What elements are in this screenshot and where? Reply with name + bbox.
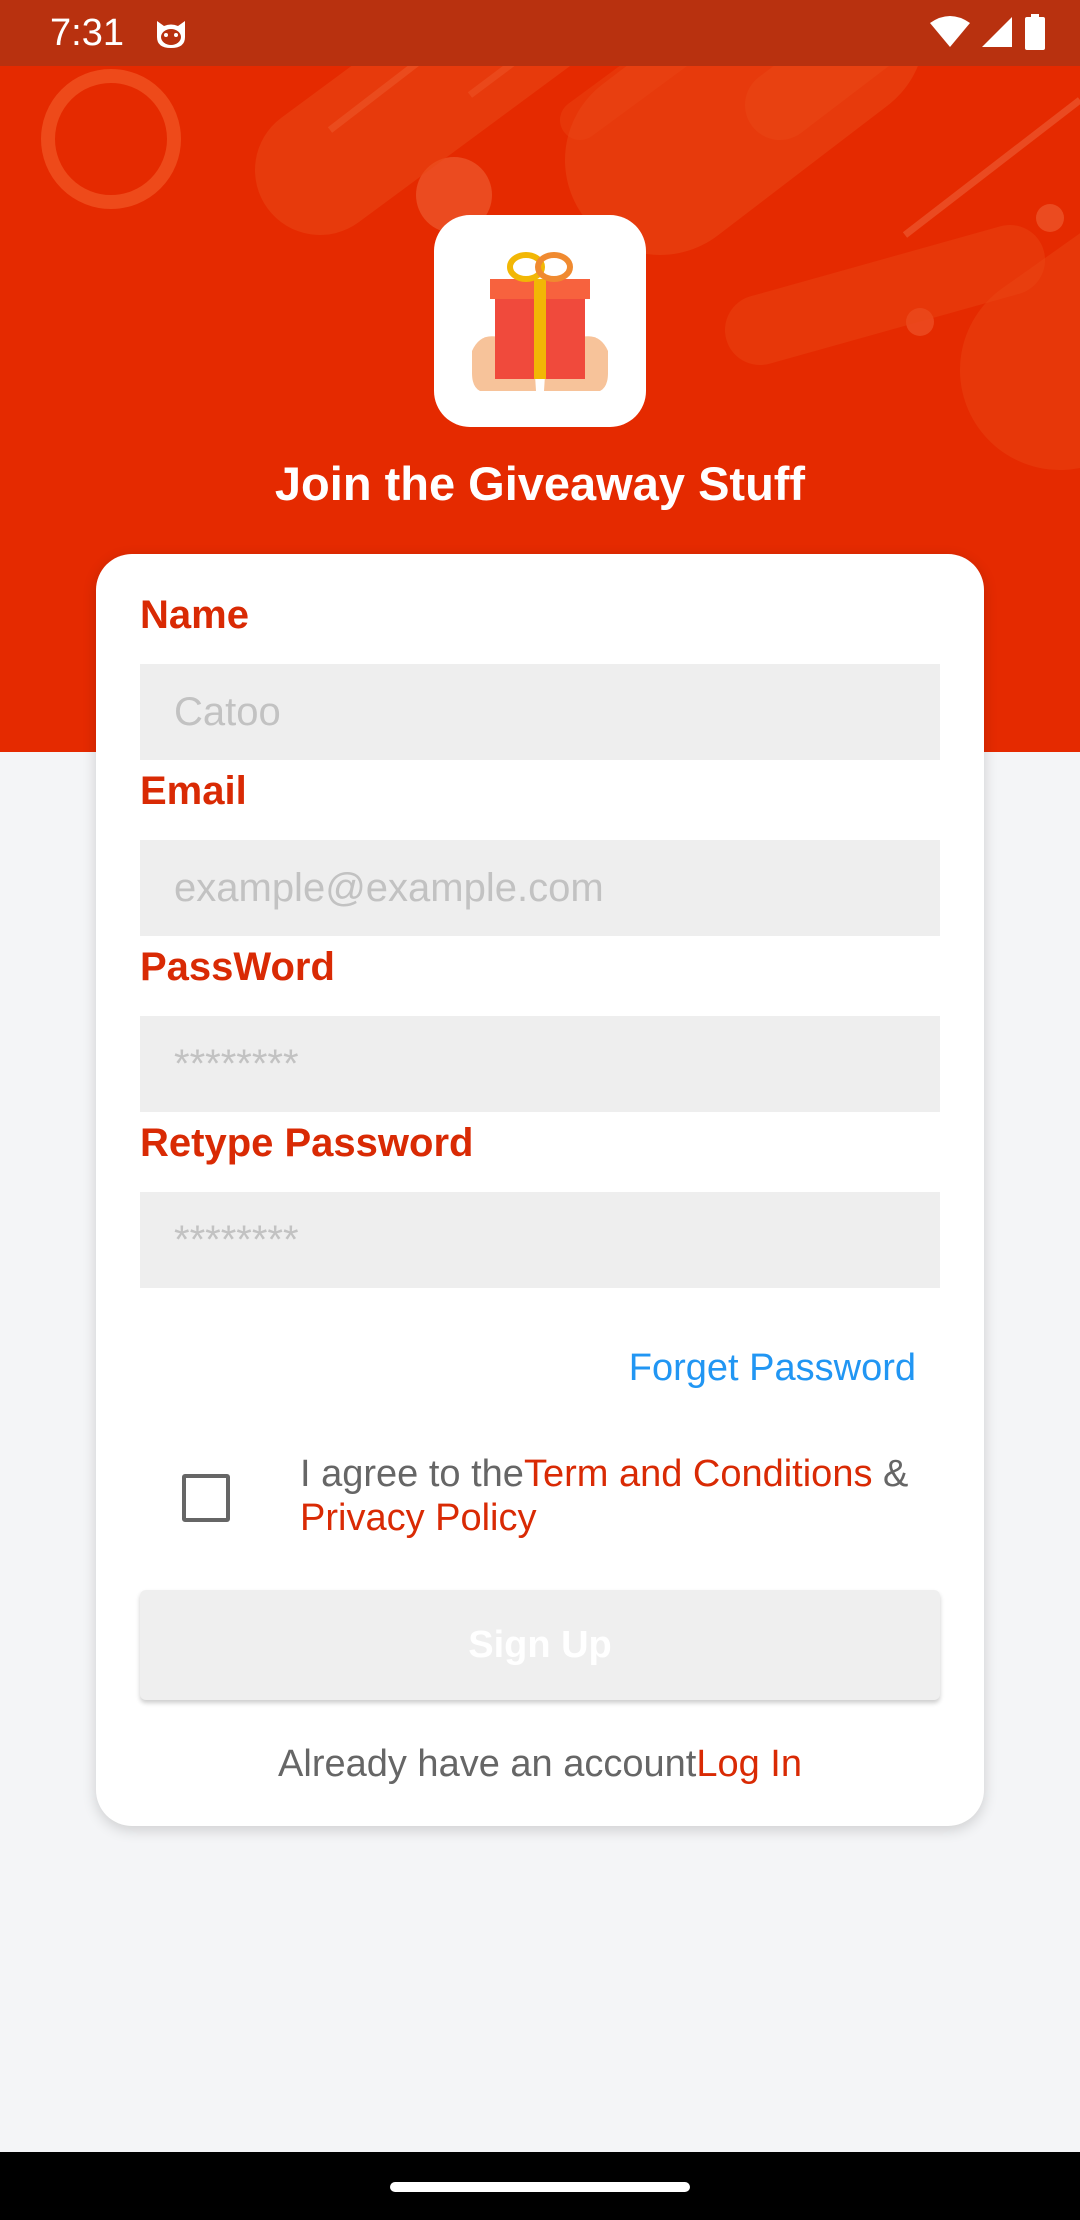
password-input[interactable]: [140, 1016, 940, 1112]
retype-password-label: Retype Password: [140, 1121, 474, 1165]
status-icons: [930, 14, 1046, 50]
terms-link[interactable]: Term and Conditions: [524, 1453, 873, 1495]
password-label: PassWord: [140, 945, 335, 989]
name-label: Name: [140, 593, 249, 637]
wifi-icon: [930, 16, 970, 47]
retype-password-input[interactable]: [140, 1192, 940, 1288]
app-logo: [434, 215, 646, 427]
privacy-policy-link[interactable]: Privacy Policy: [300, 1497, 537, 1539]
page-title: Join the Giveaway Stuff: [274, 457, 806, 510]
agree-and: &: [872, 1453, 909, 1495]
signup-card: Name Email PassWord Retype Password Forg…: [96, 554, 984, 1826]
battery-icon: [1025, 14, 1045, 50]
email-label: Email: [140, 769, 247, 813]
agree-checkbox[interactable]: [182, 1474, 230, 1522]
agree-prefix: I agree to the: [300, 1453, 524, 1495]
status-time: 7:31: [50, 12, 124, 54]
login-link[interactable]: Log In: [696, 1743, 802, 1785]
home-gesture-handle[interactable]: [390, 2182, 690, 2192]
signup-button[interactable]: Sign Up: [140, 1590, 940, 1700]
name-input[interactable]: [140, 664, 940, 760]
navigation-bar: [0, 2152, 1080, 2220]
login-row: Already have an accountLog In: [96, 1738, 984, 1790]
gift-in-hands-icon: [472, 252, 608, 391]
status-bar: 7:31: [0, 0, 1080, 66]
cat-face-icon: [157, 21, 185, 48]
signal-icon: [982, 17, 1012, 47]
login-prompt: Already have an account: [278, 1743, 697, 1785]
email-input[interactable]: [140, 840, 940, 936]
agree-text: I agree to theTerm and Conditions & Priv…: [300, 1452, 960, 1540]
forget-password-link[interactable]: Forget Password: [629, 1342, 916, 1394]
